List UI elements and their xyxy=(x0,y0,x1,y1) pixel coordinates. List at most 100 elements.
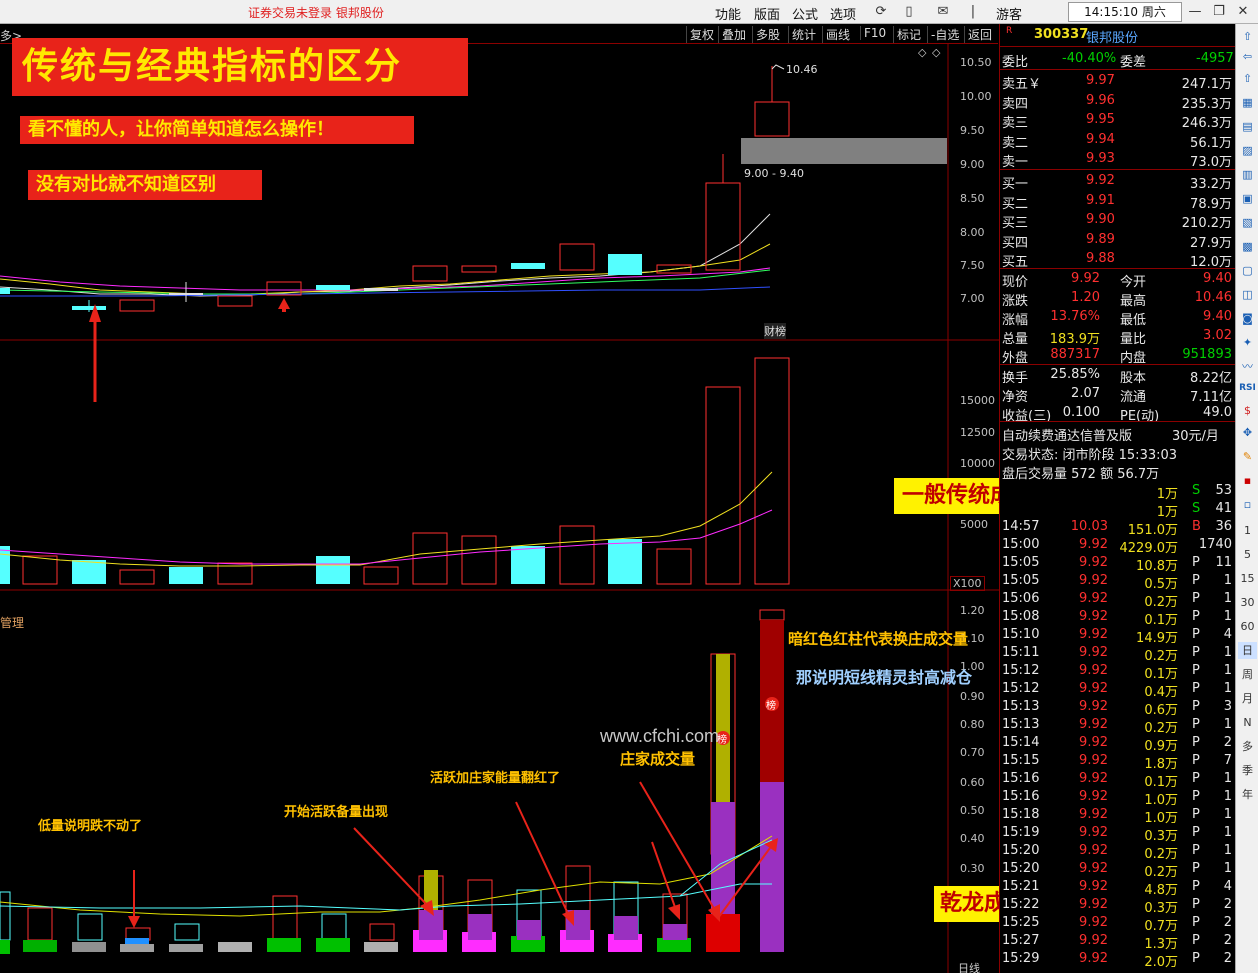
price-tick: 8.00 xyxy=(960,226,985,239)
period-month[interactable]: 月 xyxy=(1238,690,1257,707)
price-tick: 8.50 xyxy=(960,192,985,205)
money-icon[interactable]: ◙ xyxy=(1238,310,1257,327)
quote-row: 总量 183.9万 量比 3.02 xyxy=(1002,328,1232,347)
period-n[interactable]: N xyxy=(1238,714,1257,731)
pencil-icon[interactable]: ✎ xyxy=(1238,448,1257,465)
svg-text:◇: ◇ xyxy=(932,46,941,59)
mail-icon[interactable]: ✉ xyxy=(934,3,952,20)
refresh-icon[interactable]: ⟳ xyxy=(872,3,890,20)
weibi-value: -40.40% xyxy=(1062,51,1117,66)
manage-label: 管理 xyxy=(0,616,25,630)
box-icon[interactable]: ▫ xyxy=(1238,496,1257,513)
btn-draw-line[interactable]: 画线 xyxy=(822,26,853,43)
rsi-button[interactable]: RSI xyxy=(1238,380,1257,397)
annotation-dealer-volume: 庄家成交量 xyxy=(620,750,696,768)
period-1[interactable]: 1 xyxy=(1238,522,1257,539)
weicha-value: -4957 xyxy=(1196,51,1234,66)
period-year[interactable]: 年 xyxy=(1238,786,1257,803)
stock-code: 300337 xyxy=(1034,27,1089,42)
annotation-dark-red: 暗红色红柱代表换庄成交量 xyxy=(788,630,969,648)
restore-icon[interactable]: ❐ xyxy=(1210,3,1228,20)
watermark: www.cfchi.com xyxy=(600,726,720,746)
volume-tick: 5000 xyxy=(960,518,988,531)
tick-row: 15:11 9.92 0.2万 P 1 xyxy=(1002,645,1232,664)
period-quarter[interactable]: 季 xyxy=(1238,762,1257,779)
ind-tick: 0.30 xyxy=(960,862,985,875)
guest-label[interactable]: 游客 xyxy=(996,4,1022,23)
period-day[interactable]: 日 xyxy=(1238,642,1257,659)
list-icon[interactable]: ▤ xyxy=(1238,118,1257,135)
book-icon[interactable]: ▢ xyxy=(1238,262,1257,279)
price-tick: 7.50 xyxy=(960,259,985,272)
period-15[interactable]: 15 xyxy=(1238,570,1257,587)
ind-tick: 1.20 xyxy=(960,604,985,617)
period-30[interactable]: 30 xyxy=(1238,594,1257,611)
ind-tick: 0.40 xyxy=(960,832,985,845)
tick-row: 15:15 9.92 1.8万 P 7 xyxy=(1002,753,1232,772)
tick-row: 1万 S 53 xyxy=(1156,483,1232,502)
fz-icon[interactable]: ◫ xyxy=(1238,286,1257,303)
tick-row: 15:29 9.92 2.0万 P 2 xyxy=(1002,951,1232,970)
volume-panel xyxy=(0,357,790,585)
tick-row: 15:05 9.92 0.5万 P 1 xyxy=(1002,573,1232,592)
arrow-up-icon[interactable]: ⇧ xyxy=(1238,70,1257,87)
tick-row: 15:08 9.92 0.1万 P 1 xyxy=(1002,609,1232,628)
btn-statistics[interactable]: 统计 xyxy=(788,26,819,43)
ask-level: 卖四 9.96 235.3万 xyxy=(1002,92,1232,112)
period-week[interactable]: 周 xyxy=(1238,666,1257,683)
menu-layout[interactable]: 版面 xyxy=(754,4,780,23)
pin-icon[interactable]: ▪ xyxy=(1238,472,1257,489)
tick-row: 15:25 9.92 0.7万 P 2 xyxy=(1002,915,1232,934)
f10-icon[interactable]: ▧ xyxy=(1238,214,1257,231)
period-60[interactable]: 60 xyxy=(1238,618,1257,635)
period-5[interactable]: 5 xyxy=(1238,546,1257,563)
chart-icon[interactable]: ▨ xyxy=(1238,142,1257,159)
move-icon[interactable]: ✥ xyxy=(1238,424,1257,441)
volume-tick: 15000 xyxy=(960,394,995,407)
grid-icon[interactable]: ▦ xyxy=(1238,94,1257,111)
table-icon[interactable]: ▥ xyxy=(1238,166,1257,183)
tick-row: 15:14 9.92 0.9万 P 2 xyxy=(1002,735,1232,754)
tick-row: 15:20 9.92 0.2万 P 1 xyxy=(1002,861,1232,880)
svg-text:◇: ◇ xyxy=(918,46,927,59)
arrow-up-icon[interactable]: ⇧ xyxy=(1238,28,1257,45)
price-tick: 10.00 xyxy=(960,90,992,103)
tick-row: 15:18 9.92 1.0万 P 1 xyxy=(1002,807,1232,826)
btn-fuquan[interactable]: 复权 xyxy=(686,26,717,43)
tick-row: 15:00 9.92 4229.0万 1740 xyxy=(1002,537,1232,556)
arrow-left-icon[interactable]: ⇦ xyxy=(1238,48,1257,65)
promo-row[interactable]: 自动续费通达信普及版 30元/月 xyxy=(1000,424,1236,444)
price-tick: 7.00 xyxy=(960,292,985,305)
annotation-low-volume: 低量说明跌不动了 xyxy=(38,819,143,834)
annotation-start-active: 开始活跃备量出现 xyxy=(284,805,389,820)
menu-options[interactable]: 选项 xyxy=(830,4,856,23)
news-icon[interactable]: ▩ xyxy=(1238,238,1257,255)
close-icon[interactable]: ✕ xyxy=(1234,3,1252,20)
menu-function[interactable]: 功能 xyxy=(715,4,741,23)
annotation-explain: 那说明短线精灵封高减仓 xyxy=(796,668,973,687)
btn-back[interactable]: 返回 xyxy=(964,26,995,43)
subtitle-banner-1: 看不懂的人，让你简单知道怎么操作！ xyxy=(20,116,414,144)
quote-row: 现价 9.92 今开 9.40 xyxy=(1002,271,1232,290)
caibang-label[interactable]: 财榜 xyxy=(764,323,786,339)
ask-level: 卖三 9.95 246.3万 xyxy=(1002,112,1232,131)
curve-icon[interactable]: 〰 xyxy=(1238,358,1257,375)
menu-formula[interactable]: 公式 xyxy=(792,4,818,23)
btn-f10[interactable]: F10 xyxy=(860,26,889,40)
btn-mark[interactable]: 标记 xyxy=(893,26,924,43)
btn-multi-stock[interactable]: 多股 xyxy=(752,26,783,43)
btn-overlay[interactable]: 叠加 xyxy=(718,26,749,43)
separator-icon: | xyxy=(970,4,976,19)
after-hours-row: 盘后交易量 572 额 56.7万 xyxy=(1002,467,1160,482)
phone-icon[interactable]: ▯ xyxy=(900,3,918,20)
stock-header: R 300337 银邦股份 xyxy=(1006,26,1139,46)
quote-panel: R 300337 银邦股份 委比 -40.40% 委差 -4957 卖五￥ 9.9… xyxy=(999,24,1236,973)
period-multi[interactable]: 多 xyxy=(1238,738,1257,755)
x100-label: X100 xyxy=(950,576,985,591)
kline-icon[interactable]: ▣ xyxy=(1238,190,1257,207)
btn-remove-watch[interactable]: -自选 xyxy=(927,26,962,43)
s-icon[interactable]: $ xyxy=(1238,402,1257,419)
spark-icon[interactable]: ✦ xyxy=(1238,334,1257,351)
tick-row: 15:20 9.92 0.2万 P 1 xyxy=(1002,843,1232,862)
minimize-icon[interactable]: — xyxy=(1186,3,1204,20)
